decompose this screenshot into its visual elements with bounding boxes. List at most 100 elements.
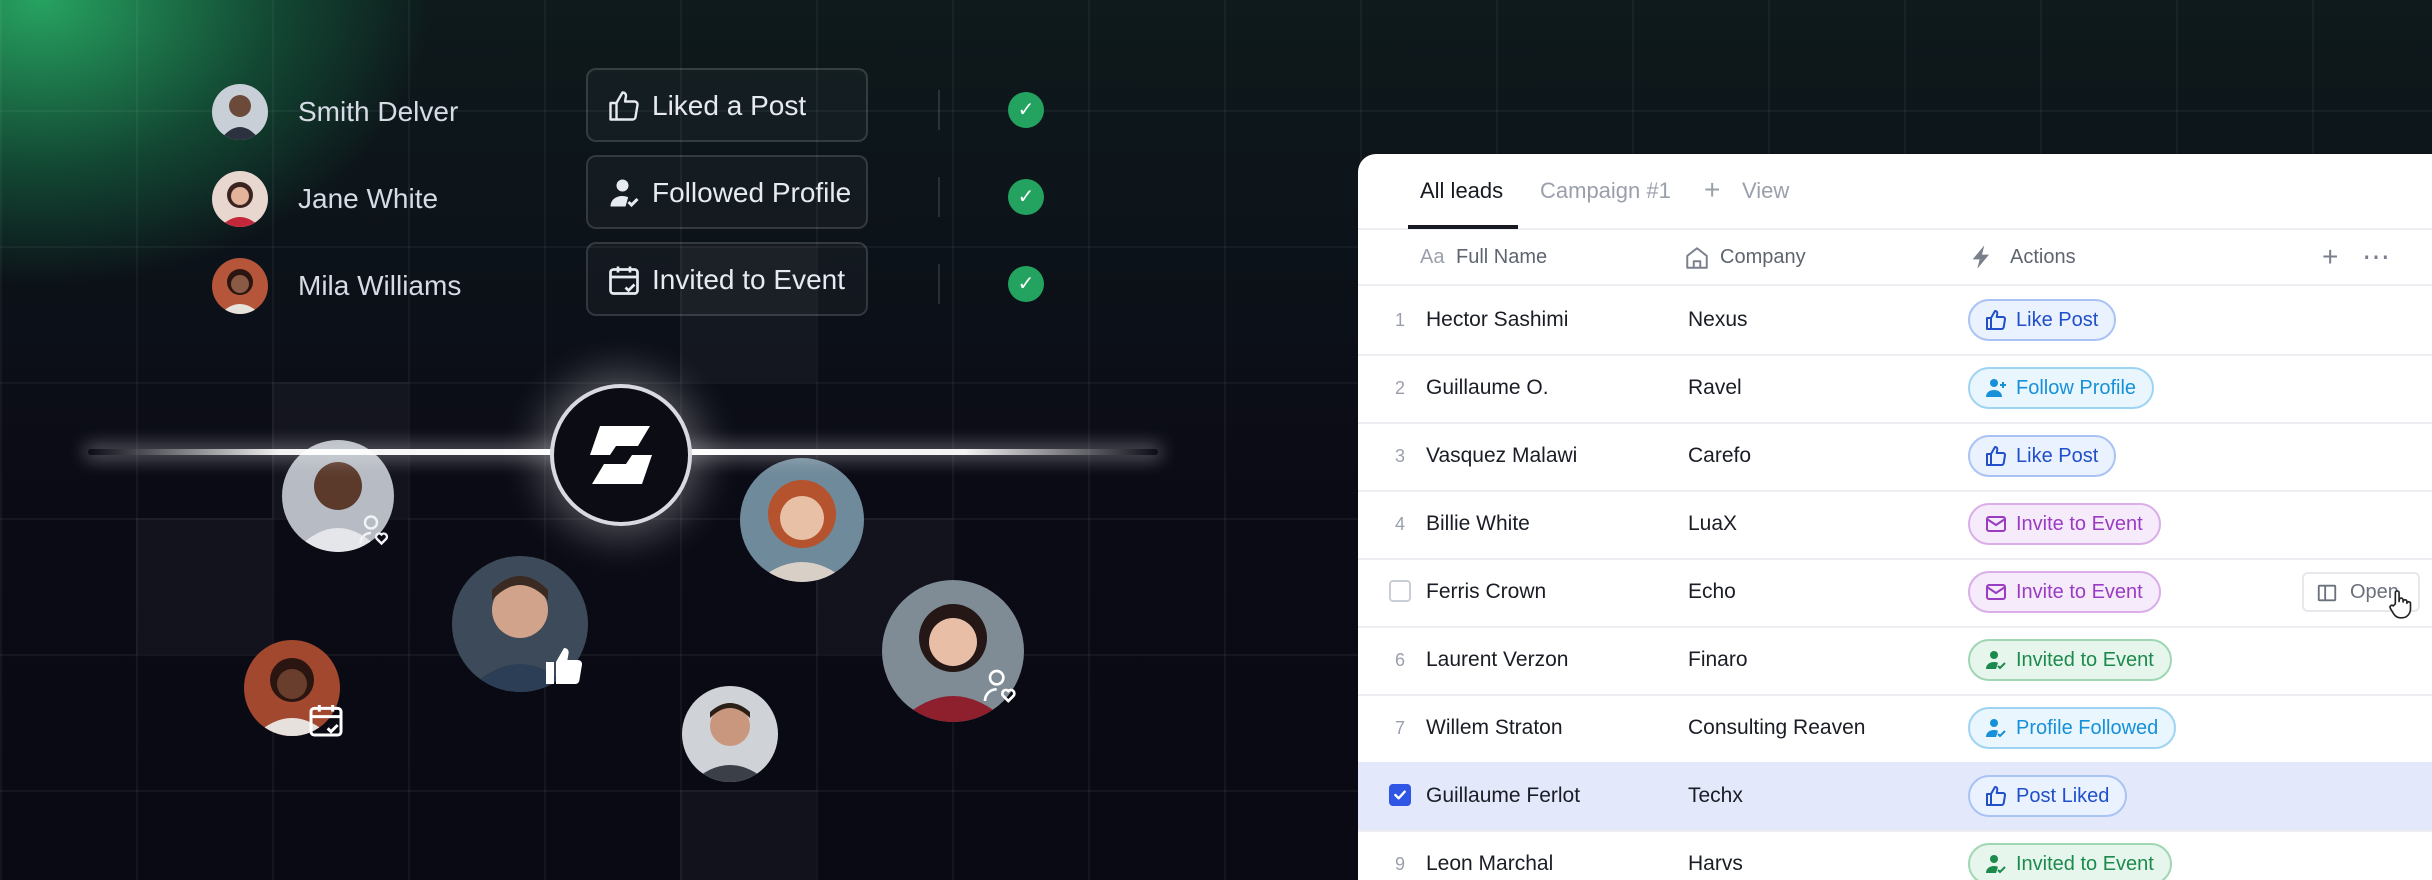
building-icon: [1686, 247, 1708, 269]
lead-company: Carefo: [1688, 444, 1752, 467]
tab-bar: All leads Campaign #1 + View: [1358, 154, 2432, 230]
avatar: [740, 458, 864, 582]
thumbs-up-icon: [1986, 310, 2006, 331]
lead-company: Consulting Reaven: [1688, 716, 1866, 739]
brand-logo: [550, 384, 692, 526]
table-row[interactable]: 9 Leon Marchal Harvs Invited to Event: [1358, 830, 2432, 880]
hand-pointer-icon: [2389, 590, 2412, 619]
table-row[interactable]: Ferris Crown Echo Invite to Event Open: [1358, 558, 2432, 628]
action-tag[interactable]: Like Post: [1968, 299, 2117, 341]
action-tag-label: Post Liked: [2016, 785, 2110, 807]
tab-add-view[interactable]: View: [1742, 178, 1789, 204]
row-checkbox[interactable]: [1389, 784, 1411, 806]
row-number: 3: [1394, 446, 1405, 466]
side-panel-icon: [2317, 584, 2337, 602]
check-icon: ✓: [1008, 92, 1044, 128]
active-tab-indicator: [1408, 225, 1518, 229]
action-tag-label: Like Post: [2016, 309, 2099, 331]
table-row[interactable]: 7 Willem Straton Consulting Reaven Profi…: [1358, 694, 2432, 764]
column-header-actions[interactable]: Actions: [2010, 230, 2076, 284]
user-heart-icon: [983, 669, 1016, 703]
lead-name: Guillaume O.: [1426, 376, 1549, 399]
lead-name: Hector Sashimi: [1426, 308, 1569, 331]
column-header-company[interactable]: Company: [1720, 230, 1806, 284]
lead-name: Laurent Verzon: [1426, 648, 1569, 671]
lead-name: Vasquez Malawi: [1426, 444, 1578, 467]
table-row[interactable]: 4 Billie White LuaX Invite to Event: [1358, 490, 2432, 560]
avatar: [682, 686, 778, 782]
activity-row: Mila Williams Invited to Event ✓: [212, 242, 1062, 316]
check-icon: ✓: [1008, 266, 1044, 302]
table-row[interactable]: 2 Guillaume O. Ravel Follow Profile: [1358, 354, 2432, 424]
row-number: 2: [1394, 378, 1405, 398]
action-tag-label: Invite to Event: [2016, 581, 2143, 603]
table-row[interactable]: 3 Vasquez Malawi Carefo Like Post: [1358, 422, 2432, 492]
table-row[interactable]: Guillaume Ferlot Techx Post Liked: [1358, 762, 2432, 832]
avatar: [212, 84, 268, 140]
column-header-full-name[interactable]: Full Name: [1456, 230, 1547, 284]
action-tag[interactable]: Invite to Event: [1968, 503, 2161, 545]
divider: [938, 90, 940, 130]
grid-tile: [680, 790, 816, 880]
action-tag[interactable]: Like Post: [1968, 435, 2117, 477]
action-tag[interactable]: Invite to Event: [1968, 571, 2161, 613]
thumbs-up-icon: [546, 648, 583, 684]
plus-icon[interactable]: +: [1704, 174, 1720, 206]
lead-company: Finaro: [1688, 648, 1748, 671]
avatar: [212, 171, 268, 227]
table-row[interactable]: 1 Hector Sashimi Nexus Like Post: [1358, 286, 2432, 356]
activity-row: Jane White Followed Profile ✓: [212, 155, 1062, 229]
lead-name: Guillaume Ferlot: [1426, 784, 1581, 807]
lead-name: Leon Marchal: [1426, 852, 1554, 875]
activity-action-chip: Invited to Event: [586, 242, 868, 316]
tab-campaign-1[interactable]: Campaign #1: [1540, 178, 1671, 204]
action-tag[interactable]: Follow Profile: [1968, 367, 2155, 409]
lead-company: LuaX: [1688, 512, 1738, 535]
lead-company: Ravel: [1688, 376, 1742, 399]
activity-action-label: Liked a Post: [652, 90, 807, 121]
activity-action-chip: Liked a Post: [586, 68, 868, 142]
user-heart-icon: [359, 515, 389, 546]
row-checkbox[interactable]: [1389, 580, 1411, 602]
mail-icon: [1986, 516, 2006, 532]
lead-name: Willem Straton: [1426, 716, 1563, 739]
mail-icon: [1986, 584, 2006, 600]
action-tag-label: Invited to Event: [2016, 853, 2154, 875]
lead-name: Billie White: [1426, 512, 1530, 535]
action-tag[interactable]: Invited to Event: [1968, 843, 2172, 880]
thumbs-up-icon: [1986, 786, 2006, 807]
table-row[interactable]: 6 Laurent Verzon Finaro Invited to Event: [1358, 626, 2432, 696]
lead-company: Techx: [1688, 784, 1743, 807]
activity-action-label: Invited to Event: [652, 264, 846, 295]
user-check-icon: [1986, 719, 2006, 738]
row-number: 9: [1394, 854, 1405, 874]
action-tag-label: Like Post: [2016, 445, 2099, 467]
bolt-icon: [1972, 245, 1989, 269]
activity-name: Mila Williams: [298, 270, 462, 301]
lead-company: Harvs: [1688, 852, 1743, 875]
user-check-icon: [1986, 855, 2006, 874]
activity-name: Jane White: [298, 183, 439, 214]
lead-name: Ferris Crown: [1426, 580, 1547, 603]
grid-tile: [136, 518, 272, 654]
table-header: Aa Full Name Company Actions + ⋯: [1358, 230, 2432, 286]
lead-company: Nexus: [1688, 308, 1748, 331]
more-options-icon[interactable]: ⋯: [2362, 230, 2391, 284]
tab-all-leads[interactable]: All leads: [1420, 178, 1503, 204]
action-tag[interactable]: Invited to Event: [1968, 639, 2172, 681]
checkmark-icon: [1394, 790, 1406, 800]
action-tag[interactable]: Post Liked: [1968, 775, 2128, 817]
divider: [938, 264, 940, 304]
avatar: [212, 258, 268, 314]
calendar-check-icon: [309, 705, 343, 737]
action-tag-label: Invite to Event: [2016, 513, 2143, 535]
row-number: 1: [1394, 310, 1405, 330]
row-number: 7: [1394, 718, 1405, 738]
action-tag[interactable]: Profile Followed: [1968, 707, 2177, 749]
row-number: 4: [1394, 514, 1405, 534]
activity-row: Smith Delver Liked a Post ✓: [212, 68, 1062, 142]
check-icon: ✓: [1008, 179, 1044, 215]
calendar-check-icon: [609, 266, 639, 295]
add-column-icon[interactable]: +: [2322, 230, 2338, 284]
action-tag-label: Follow Profile: [2016, 377, 2137, 399]
